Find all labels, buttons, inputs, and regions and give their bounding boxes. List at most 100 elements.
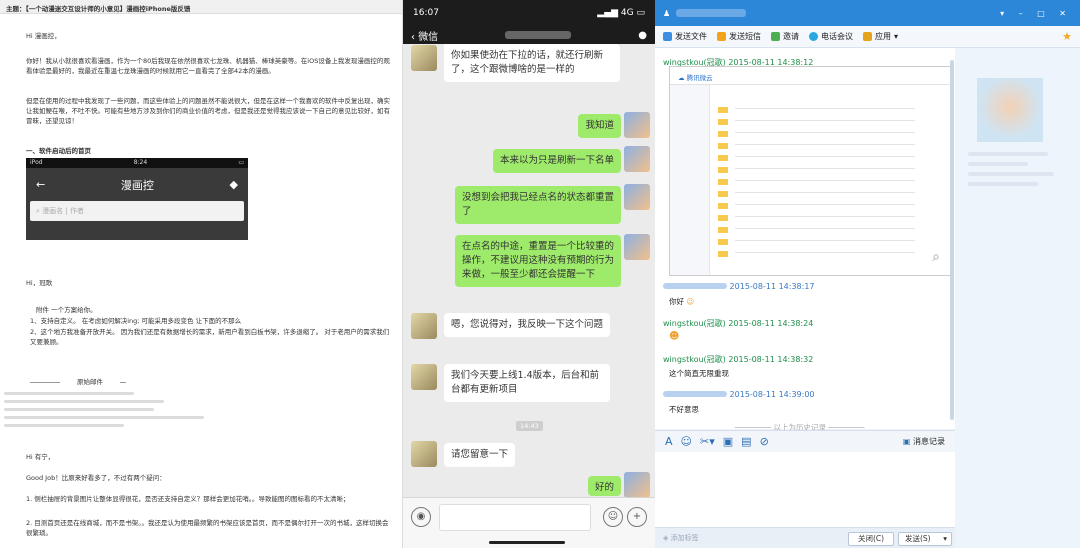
reply2-greeting: Hi 有宁，	[26, 453, 55, 461]
image-icon[interactable]: ▣	[723, 435, 733, 448]
cloud-icon: ☁	[678, 74, 687, 82]
profile-info-line	[968, 182, 1038, 186]
invite-label: 邀请	[783, 32, 799, 41]
voice-icon[interactable]: ◉	[411, 507, 431, 527]
phone-app-title: 漫画控	[120, 178, 154, 192]
plus-icon[interactable]: +	[627, 507, 647, 527]
reply-greeting: Hi，冠歌	[26, 279, 53, 287]
avatar[interactable]	[624, 472, 650, 498]
message-text-content: 你好	[669, 297, 684, 306]
signal-icon: ▂▄▆ 4G ▭	[597, 8, 645, 18]
phone-icon	[809, 32, 818, 41]
phone-carrier: iPod	[30, 159, 43, 166]
email-subject: 主题：【一个动漫迷交互设计师的小意见】漫画控iPhone版反馈	[0, 0, 402, 14]
apps-icon	[863, 32, 872, 41]
log-icon: ▣	[902, 437, 913, 446]
apps-label: 应用	[875, 32, 891, 41]
format-toolbar: A ☺ ✂▾ ▣ ▤ ⊘ ▣ 消息记录	[655, 430, 955, 452]
reply-intro: 附件 一个方案给你。	[36, 306, 97, 314]
network-type: 4G	[620, 8, 634, 18]
font-icon[interactable]: A	[665, 435, 673, 448]
message-bubble: 嗯，您说得对，我反映一下这个问题	[444, 313, 610, 337]
apps-button[interactable]: 应用 ▾	[863, 31, 898, 42]
back-button[interactable]: ‹ 微信	[411, 28, 438, 43]
avatar[interactable]	[624, 234, 650, 260]
message-time: 2015-08-11 14:38:17	[729, 282, 815, 291]
email-greeting: Hi 漫画控，	[26, 32, 61, 40]
contact-name	[676, 9, 747, 17]
message-bubble: 请您留意一下	[444, 443, 516, 467]
send-button[interactable]: 发送(S) ▾	[898, 532, 952, 546]
qq-chat-window: ♟ ▾ – □ ✕ 发送文件 发送短信 邀请 电话会议 应用 ▾ ★ wings…	[655, 0, 1080, 548]
close-button[interactable]: 关闭(C)	[848, 532, 894, 546]
profile-info-line	[968, 172, 1054, 176]
avatar[interactable]	[411, 45, 437, 71]
back-arrow-icon: ←	[36, 178, 46, 191]
emoji-icon: ☻	[669, 331, 680, 342]
sender-name: wingstkou(冠歌)	[663, 355, 726, 364]
message-text: 这个简直无限重现	[669, 369, 729, 378]
bottom-bar: ◈ 添加标签 关闭(C) 发送(S) ▾	[655, 527, 955, 548]
sender-name: wingstkou(冠歌)	[663, 319, 726, 328]
emoji-icon[interactable]: ☺	[681, 435, 692, 448]
emoji-icon[interactable]: ☺	[603, 507, 623, 527]
person-icon[interactable]: ●	[638, 30, 647, 41]
invite-button[interactable]: 邀请	[771, 31, 799, 42]
avatar[interactable]	[411, 441, 437, 467]
screenshot-app-label: 腾讯微云	[686, 74, 713, 82]
attached-screenshot[interactable]: ☁ 腾讯微云 ⌕	[669, 66, 951, 276]
message-history: wingstkou(冠歌) 2015-08-11 14:38:12 ☁ 腾讯微云…	[655, 48, 955, 432]
chat-header: ‹ 微信 ●	[403, 26, 655, 44]
block-icon[interactable]: ⊘	[760, 435, 769, 448]
avatar[interactable]	[624, 112, 650, 138]
conference-call-label: 电话会议	[821, 32, 853, 41]
message-time: 2015-08-11 14:38:32	[728, 355, 814, 364]
sender-name	[663, 391, 727, 397]
send-file-button[interactable]: 发送文件	[663, 31, 707, 42]
avatar[interactable]	[624, 146, 650, 172]
message-meta: wingstkou(冠歌) 2015-08-11 14:38:32	[663, 354, 813, 365]
redacted-line	[4, 416, 204, 419]
avatar[interactable]	[411, 364, 437, 390]
star-icon[interactable]: ★	[1062, 30, 1072, 43]
add-tag-button[interactable]: ◈ 添加标签	[663, 533, 699, 543]
avatar[interactable]	[624, 184, 650, 210]
emoji-icon: ☺	[686, 297, 695, 306]
phone-time: 8:24	[133, 159, 148, 166]
message-bubble: 没想到会把我已经点名的状态都重置了	[455, 186, 621, 224]
message-text: 你好 ☺	[669, 296, 694, 307]
title-bar: ♟ ▾ – □ ✕	[655, 0, 1080, 26]
scrollbar[interactable]	[950, 60, 954, 420]
message-editor[interactable]	[655, 452, 955, 527]
window-controls[interactable]: ▾ – □ ✕	[1000, 9, 1072, 18]
conference-call-button[interactable]: 电话会议	[809, 31, 853, 42]
contact-sidebar	[956, 48, 1080, 548]
message-bubble: 好的	[587, 476, 621, 496]
chevron-down-icon[interactable]: ▾	[943, 533, 947, 545]
add-tag-label: 添加标签	[670, 534, 699, 542]
screenshot-sidebar	[670, 85, 710, 275]
message-input[interactable]	[439, 504, 591, 531]
back-label: 微信	[418, 31, 439, 43]
wechat-pane: 16:07 ▂▄▆ 4G ▭ ‹ 微信 ● 你如果使劲在下拉的话，就还行刷新了，…	[403, 0, 655, 548]
email-paragraph-2: 但是在使用的过程中我发现了一些问题，而这些体验上的问题虽然不能说很大，但是在这样…	[26, 97, 390, 125]
gallery-icon[interactable]: ▤	[741, 435, 751, 448]
chat-timestamp: 14:43	[516, 421, 543, 431]
message-log-button[interactable]: ▣ 消息记录	[903, 436, 945, 447]
avatar[interactable]	[411, 313, 437, 339]
message-bubble: 我们今天要上线1.4版本，后台和前台都有更新项目	[444, 364, 610, 402]
sender-name	[663, 283, 727, 289]
redacted-line	[4, 424, 124, 427]
reply2-item-1: 1. 侧栏抽屉的背景图片让整体显得很花，是否还支持自定义？那样会更加花哨。。导致…	[26, 495, 350, 503]
redacted-line	[4, 392, 134, 395]
folder-icon	[718, 107, 728, 257]
file-list	[735, 108, 915, 258]
send-label: 发送(S)	[905, 534, 931, 543]
phone-search-bar: ⌕ 漫画名 | 作者	[30, 201, 244, 221]
send-sms-button[interactable]: 发送短信	[717, 31, 761, 42]
phone-search-placeholder: 漫画名 | 作者	[42, 207, 84, 215]
contact-photo[interactable]	[977, 78, 1043, 142]
email-paragraph-1: 你好！我从小就很喜欢看漫画，作为一个80后我现在依然很喜欢七龙珠、机器猫、棒球英…	[26, 57, 390, 75]
scissors-icon[interactable]: ✂▾	[700, 435, 715, 448]
profile-info-line	[968, 152, 1048, 156]
